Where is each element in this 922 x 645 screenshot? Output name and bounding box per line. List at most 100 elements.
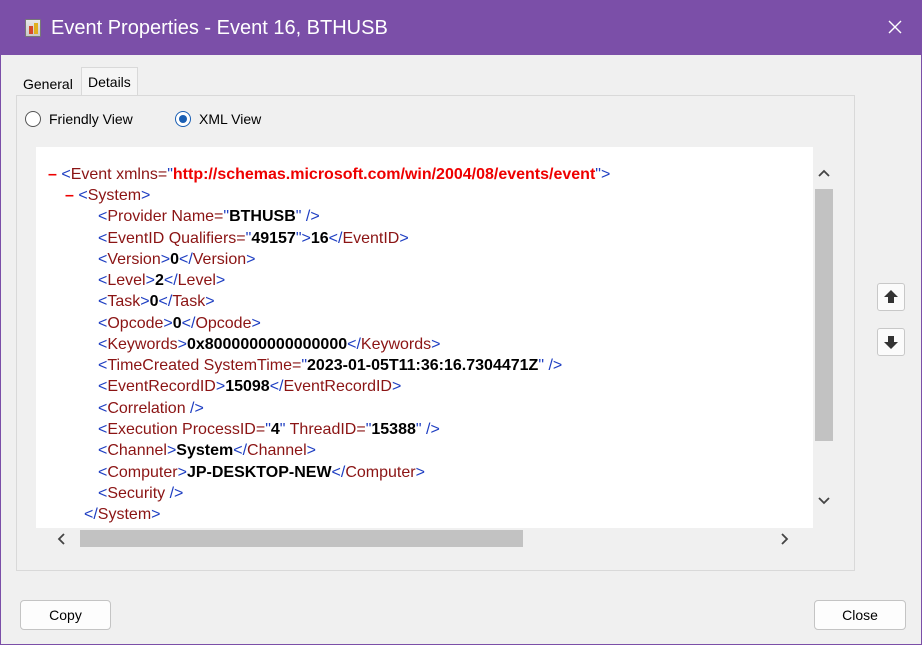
xml-tag: Computer [107,464,178,481]
xml-attr-value: http://schemas.microsoft.com/win/2004/08… [172,166,596,183]
xml-bracket: < [98,464,108,481]
xml-line-event: – <Event xmlns="http://schemas.microsoft… [48,164,610,185]
xml-bracket: > [140,293,150,310]
xml-bracket: < [61,166,71,183]
xml-bracket: </ [158,293,173,310]
friendly-view-option[interactable]: Friendly View [25,109,133,129]
xml-tag: Event [70,166,112,183]
xml-tag: System [87,187,142,204]
xml-line-opcode: <Opcode>0</Opcode> [98,313,261,334]
collapse-toggle[interactable]: – [65,187,74,204]
xml-bracket: > [391,378,402,395]
xml-view-radio[interactable] [175,111,191,127]
xml-bracket: > [151,506,161,523]
vertical-scroll-thumb[interactable] [815,189,833,441]
xml-attr-value: BTHUSB [229,208,296,225]
tab-details[interactable]: Details [81,67,138,95]
xml-tag: Opcode [195,315,252,332]
xml-bracket: > [306,442,316,459]
copy-button[interactable]: Copy [20,600,111,630]
xml-bracket: </ [347,336,361,353]
xml-line-timecreated: <TimeCreated SystemTime="2023-01-05T11:3… [98,355,562,376]
xml-bracket: < [98,293,108,310]
xml-text: 16 [310,230,329,247]
chevron-down-icon[interactable] [816,493,832,509]
xml-text: JP-DESKTOP-NEW [186,464,332,481]
xml-tag: System [97,506,152,523]
xml-text: System [176,442,234,459]
xml-tag: Task [172,293,206,310]
xml-bracket: > [215,378,226,395]
xml-bracket: > [415,464,425,481]
next-event-button[interactable] [877,328,905,356]
horizontal-scrollbar[interactable] [36,528,813,549]
previous-event-button[interactable] [877,283,905,311]
chevron-right-icon[interactable] [776,531,792,547]
xml-bracket: > [166,442,177,459]
xml-bracket: > [177,336,187,353]
xml-attr-value: 4 [270,421,280,438]
vertical-scrollbar[interactable] [813,147,834,528]
xml-bracket: < [98,421,108,438]
xml-line-system: – <System> [65,185,150,206]
xml-bracket: > [399,230,409,247]
xml-bracket: > [301,230,311,247]
friendly-view-label: Friendly View [49,111,133,127]
xml-attr-value: 15388 [371,421,416,438]
xml-bracket: </ [178,251,193,268]
xml-bracket: > [251,315,261,332]
collapse-toggle[interactable]: – [48,166,57,183]
xml-tag: Execution ProcessID= [107,421,266,438]
title-bar: Event Properties - Event 16, BTHUSB [1,1,921,55]
xml-bracket: </ [84,506,98,523]
xml-line-level: <Level>2</Level> [98,270,225,291]
horizontal-scroll-thumb[interactable] [80,530,523,547]
xml-bracket: > [160,251,171,268]
xml-bracket: < [98,357,108,374]
xml-bracket: /> [301,208,320,225]
xml-text: 0 [149,293,159,310]
xml-bracket: > [163,315,173,332]
xml-view-label: XML View [199,111,262,127]
xml-line-version: <Version>0</Version> [98,249,255,270]
xml-view-content[interactable]: – <Event xmlns="http://schemas.microsoft… [36,147,813,528]
xml-line-system-close: </System> [84,504,160,525]
tab-general[interactable]: General [17,70,79,98]
xml-line-task: <Task>0</Task> [98,291,215,312]
friendly-view-radio[interactable] [25,111,41,127]
xml-bracket: /> [421,421,440,438]
xml-tag: Security [107,485,166,502]
chevron-up-icon[interactable] [816,165,832,181]
arrow-up-icon [878,290,904,314]
xml-tag: Task [107,293,141,310]
xml-bracket: </ [181,315,196,332]
xml-text: 0 [172,315,182,332]
chevron-left-icon[interactable] [54,531,70,547]
xml-bracket: < [98,315,108,332]
xml-tag: Provider Name= [107,208,224,225]
xml-bracket: > [431,336,441,353]
xml-bracket: </ [269,378,284,395]
xml-line-security: <Security /> [98,483,183,504]
xml-tag: Channel [107,442,167,459]
xml-tag: EventID Qualifiers= [107,230,246,247]
xml-bracket: > [246,251,256,268]
xml-bracket: </ [233,442,248,459]
xml-bracket: </ [328,230,343,247]
xml-bracket: > [205,293,215,310]
xml-view-option[interactable]: XML View [175,109,261,129]
xml-tag: Channel [247,442,307,459]
xml-tag: EventRecordID [283,378,392,395]
xml-attr: xmlns= [111,166,168,183]
event-properties-window: Event Properties - Event 16, BTHUSB Gene… [0,0,922,645]
xml-tag: Level [107,272,146,289]
xml-text: 0x8000000000000000 [186,336,348,353]
close-icon[interactable] [885,17,905,37]
xml-line-correlation: <Correlation /> [98,398,204,419]
xml-bracket: /> [165,485,184,502]
close-button[interactable]: Close [814,600,906,630]
xml-bracket: /> [185,400,204,417]
arrow-down-icon [878,336,904,359]
xml-bracket: < [98,230,108,247]
xml-tag: Computer [345,464,416,481]
